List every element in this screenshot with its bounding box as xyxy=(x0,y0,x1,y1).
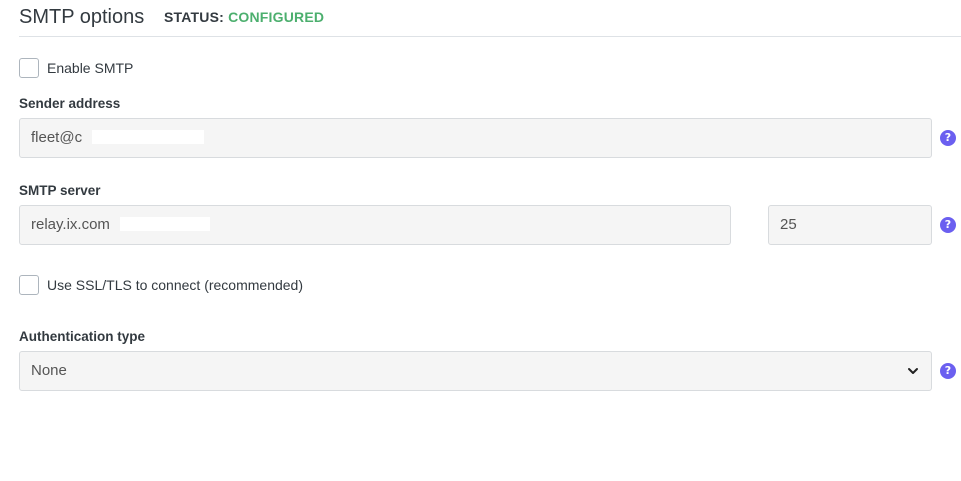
smtp-server-label: SMTP server xyxy=(19,183,101,198)
status-label: STATUS: xyxy=(164,9,224,25)
sender-address-value: fleet@c xyxy=(31,129,83,146)
ssl-checkbox[interactable] xyxy=(19,275,39,295)
redaction-mask xyxy=(120,217,210,231)
chevron-down-icon xyxy=(908,368,918,374)
smtp-server-value: relay.ix.com xyxy=(31,216,110,233)
question-circle-icon[interactable]: ? xyxy=(940,363,956,379)
smtp-port-value: 25 xyxy=(780,216,797,233)
auth-type-value: None xyxy=(31,362,67,379)
auth-type-label: Authentication type xyxy=(19,329,146,344)
enable-smtp-row[interactable]: Enable SMTP xyxy=(19,58,133,78)
redaction-mask xyxy=(92,130,204,144)
smtp-port-input[interactable]: 25 xyxy=(768,205,932,245)
sender-address-label: Sender address xyxy=(19,96,121,111)
section-header: SMTP options STATUS: CONFIGURED xyxy=(19,4,961,37)
ssl-row[interactable]: Use SSL/TLS to connect (recommended) xyxy=(19,275,303,295)
enable-smtp-label[interactable]: Enable SMTP xyxy=(47,60,133,76)
question-circle-icon[interactable]: ? xyxy=(940,130,956,146)
enable-smtp-checkbox[interactable] xyxy=(19,58,39,78)
status-badge: CONFIGURED xyxy=(228,9,325,25)
status-indicator: STATUS: CONFIGURED xyxy=(164,9,324,25)
auth-type-select[interactable]: None xyxy=(19,351,932,391)
page-title: SMTP options xyxy=(19,6,145,28)
question-circle-icon[interactable]: ? xyxy=(940,217,956,233)
ssl-label[interactable]: Use SSL/TLS to connect (recommended) xyxy=(47,277,303,293)
